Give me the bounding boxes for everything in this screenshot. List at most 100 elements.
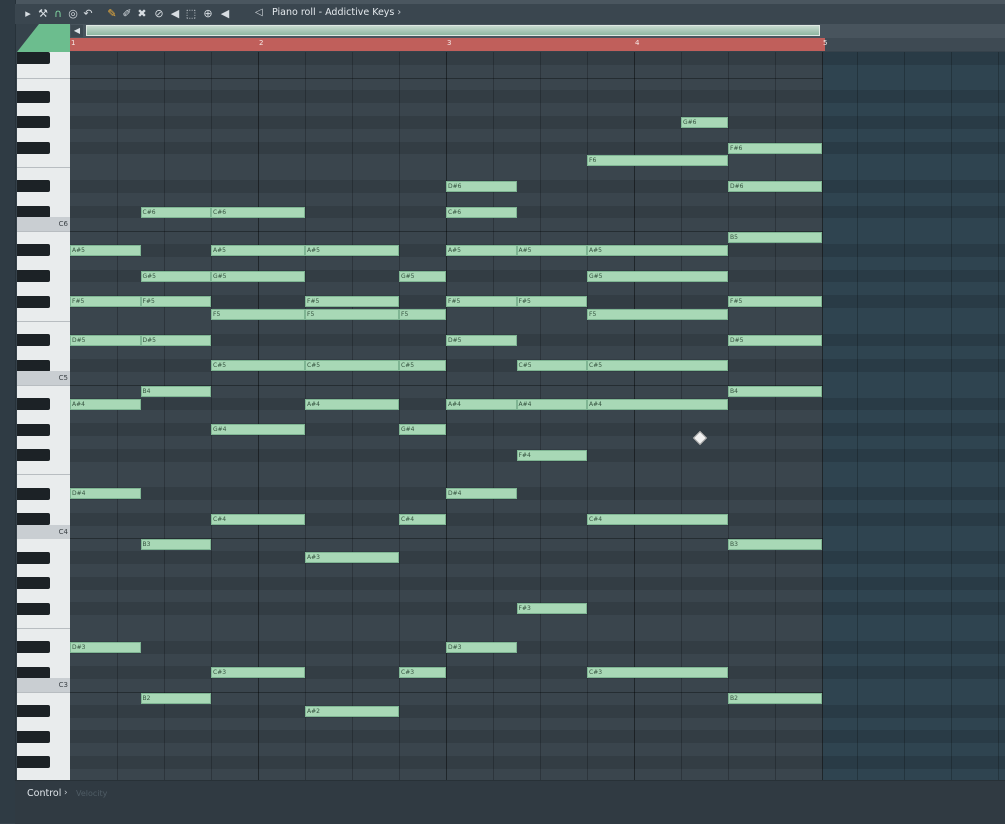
note[interactable]: D#4	[70, 488, 141, 500]
note[interactable]: A#4	[516, 398, 587, 410]
black-key[interactable]	[17, 270, 50, 282]
note[interactable]: D#6	[446, 180, 517, 192]
note[interactable]: C#6	[140, 206, 211, 218]
note[interactable]: F#6	[728, 142, 822, 154]
black-key[interactable]	[17, 577, 50, 590]
note[interactable]: B4	[728, 385, 822, 397]
black-key[interactable]	[17, 602, 50, 615]
note[interactable]: G#4	[399, 424, 446, 436]
note[interactable]: C#5	[305, 360, 399, 372]
black-key[interactable]	[17, 641, 50, 654]
title-arrow-icon[interactable]: ›	[397, 7, 401, 18]
black-key[interactable]	[17, 756, 50, 769]
black-key[interactable]	[17, 513, 50, 526]
note[interactable]: C#6	[211, 206, 305, 218]
note[interactable]: A#4	[70, 398, 141, 410]
note[interactable]: F#5	[516, 296, 587, 308]
note-grid[interactable]: G#6 F#6 F6 D#6 D#6 C#6 C#6 C#6 B5 A#5 A#5 A#5 A#5 A#5…	[70, 52, 823, 780]
arrow-right-icon[interactable]: ▸	[22, 7, 34, 21]
note[interactable]: B2	[728, 692, 822, 704]
note[interactable]: F#5	[446, 296, 517, 308]
overview-thumb[interactable]	[86, 25, 820, 36]
black-key[interactable]	[17, 398, 50, 410]
mute-icon[interactable]: ⊘	[153, 7, 165, 21]
record-icon[interactable]: ◎	[67, 7, 79, 21]
note[interactable]: A#4	[305, 398, 399, 410]
note[interactable]: C#3	[399, 667, 446, 679]
note[interactable]: D#3	[446, 641, 517, 653]
note[interactable]: F#5	[728, 296, 822, 308]
note[interactable]: A#5	[305, 244, 399, 256]
note[interactable]: A#2	[305, 705, 399, 717]
black-key[interactable]	[17, 52, 50, 65]
black-key[interactable]	[17, 334, 50, 346]
note[interactable]: C#4	[211, 513, 305, 525]
note[interactable]: G#5	[140, 270, 211, 282]
black-key[interactable]	[17, 449, 50, 462]
timeline-ruler-outside[interactable]	[825, 38, 1005, 51]
undo-icon[interactable]: ↶	[82, 7, 94, 21]
black-key[interactable]	[17, 90, 50, 103]
black-key[interactable]	[17, 244, 50, 257]
note[interactable]: A#5	[446, 244, 517, 256]
note[interactable]: A#5	[70, 244, 141, 256]
speaker-icon[interactable]: ◁	[255, 7, 267, 19]
note[interactable]: A#5	[516, 244, 587, 256]
note[interactable]: G#5	[587, 270, 728, 282]
control-label[interactable]: Control	[27, 788, 61, 799]
black-key[interactable]	[17, 730, 50, 743]
black-key[interactable]	[17, 487, 50, 500]
note[interactable]: C#5	[399, 360, 446, 372]
note[interactable]: B3	[728, 539, 822, 551]
note[interactable]: F#4	[516, 449, 587, 461]
paint-brush-icon[interactable]: ✐	[121, 7, 133, 21]
select-icon[interactable]: ⬚	[185, 7, 197, 21]
note[interactable]: D#6	[728, 180, 822, 192]
note[interactable]: B5	[728, 232, 822, 244]
note[interactable]: C#6	[446, 206, 517, 218]
note[interactable]: A#3	[305, 552, 399, 564]
note[interactable]: F5	[211, 308, 305, 320]
black-key[interactable]	[17, 423, 50, 436]
note[interactable]: C#5	[516, 360, 587, 372]
note[interactable]: D#5	[70, 334, 141, 346]
black-key[interactable]	[17, 551, 50, 564]
note[interactable]: F#5	[140, 296, 211, 308]
note[interactable]: F#3	[516, 603, 587, 615]
delete-icon[interactable]: ✖	[136, 7, 148, 21]
wrench-icon[interactable]: ⚒	[37, 7, 49, 21]
note[interactable]: B2	[140, 692, 211, 704]
note[interactable]: G#5	[399, 270, 446, 282]
note[interactable]: F6	[587, 155, 728, 167]
black-key[interactable]	[17, 206, 50, 218]
note[interactable]: A#5	[587, 244, 728, 256]
zoom-icon[interactable]: ⊕	[202, 7, 214, 21]
note[interactable]: D#3	[70, 641, 141, 653]
note[interactable]: C#3	[587, 667, 728, 679]
black-key[interactable]	[17, 295, 50, 308]
note[interactable]: A#4	[446, 398, 517, 410]
note[interactable]: G#6	[681, 116, 728, 128]
magnet-icon[interactable]: ∩	[52, 7, 64, 21]
control-target[interactable]: Velocity	[76, 789, 107, 798]
note[interactable]: B3	[140, 539, 211, 551]
scroll-left-icon[interactable]: ◀	[71, 25, 83, 37]
note[interactable]: D#5	[446, 334, 517, 346]
note[interactable]: G#5	[211, 270, 305, 282]
note[interactable]: B4	[140, 385, 211, 397]
black-key[interactable]	[17, 116, 50, 129]
note[interactable]: F5	[305, 308, 399, 320]
note-grid-outside[interactable]	[823, 52, 1005, 780]
note[interactable]: C#4	[587, 513, 728, 525]
note[interactable]: D#5	[140, 334, 211, 346]
note[interactable]: C#5	[587, 360, 728, 372]
black-key[interactable]	[17, 705, 50, 718]
black-key[interactable]	[17, 180, 50, 193]
note[interactable]: C#4	[399, 513, 446, 525]
note[interactable]: F5	[399, 308, 446, 320]
note[interactable]: F5	[587, 308, 728, 320]
note[interactable]: A#5	[211, 244, 305, 256]
pencil-icon[interactable]: ✎	[106, 7, 118, 21]
note[interactable]: F#5	[305, 296, 399, 308]
note[interactable]: C#3	[211, 667, 305, 679]
